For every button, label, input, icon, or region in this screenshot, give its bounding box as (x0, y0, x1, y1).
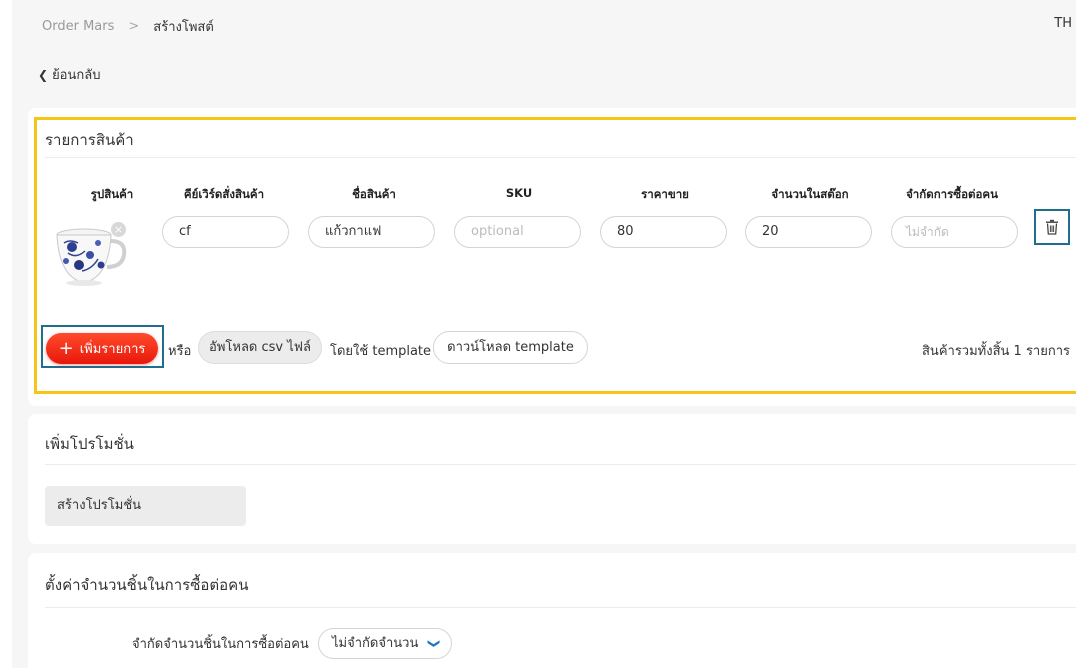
col-header-limit: จำกัดการซื้อต่อคน (906, 187, 998, 201)
limit-divider (45, 607, 1076, 608)
remove-image-button[interactable]: × (111, 222, 126, 237)
back-link[interactable]: ❮ ย้อนกลับ (38, 64, 100, 85)
stock-input[interactable]: 20 (745, 216, 872, 248)
using-template-text: โดยใช้ template (330, 344, 432, 359)
limit-select-value: ไม่จำกัดจำนวน (332, 636, 419, 651)
limit-title: ตั้งค่าจำนวนชิ้นในการซื้อต่อคน (45, 576, 249, 594)
col-header-stock: จำนวนในสต๊อก (771, 187, 849, 201)
close-icon: × (113, 223, 124, 236)
products-divider (45, 157, 1076, 158)
sku-input[interactable]: optional (454, 216, 581, 248)
plus-icon: + (58, 337, 74, 359)
breadcrumb: Order Mars > สร้างโพสต์ (42, 16, 214, 37)
breadcrumb-separator: > (128, 19, 140, 34)
or-text: หรือ (168, 344, 192, 359)
keyword-input[interactable]: cf (162, 216, 289, 248)
breadcrumb-current: สร้างโพสต์ (153, 20, 214, 35)
col-header-name: ชื่อสินค้า (352, 187, 396, 201)
back-label: ย้อนกลับ (52, 68, 101, 83)
products-title: รายการสินค้า (45, 131, 134, 149)
breadcrumb-root[interactable]: Order Mars (42, 19, 114, 34)
add-item-button[interactable]: + เพิ่มรายการ (46, 333, 158, 364)
upload-csv-button[interactable]: อัพโหลด csv ไฟล์ (198, 331, 322, 364)
limit-select[interactable]: ไม่จำกัดจำนวน ❯ (318, 628, 452, 659)
col-header-image: รูปสินค้า (90, 187, 134, 201)
col-header-price: ราคาขาย (641, 187, 689, 201)
limit-input[interactable]: ไม่จำกัด (891, 216, 1018, 248)
limit-label: จำกัดจำนวนชิ้นในการซื้อต่อคน (132, 637, 309, 652)
chevron-down-icon: ❯ (427, 638, 442, 649)
language-switch[interactable]: TH (1054, 16, 1072, 31)
chevron-left-icon: ❮ (38, 67, 49, 82)
product-name-input[interactable]: แก้วกาแฟ (308, 216, 435, 248)
col-header-keyword: คีย์เวิร์ดสั่งสินค้า (183, 187, 265, 201)
add-item-label: เพิ่มรายการ (79, 342, 146, 357)
promo-divider (45, 464, 1076, 465)
create-promotion-button[interactable]: สร้างโปรโมชั่น (45, 486, 246, 526)
download-template-button[interactable]: ดาวน์โหลด template (433, 331, 588, 364)
total-items-text: สินค้ารวมทั้งสิ้น 1 รายการ (922, 344, 1070, 359)
trash-icon (1046, 219, 1058, 235)
price-input[interactable]: 80 (600, 216, 727, 248)
delete-row-button[interactable] (1034, 209, 1070, 245)
promo-title: เพิ่มโปรโมชั่น (45, 435, 134, 453)
col-header-sku: SKU (505, 186, 533, 200)
